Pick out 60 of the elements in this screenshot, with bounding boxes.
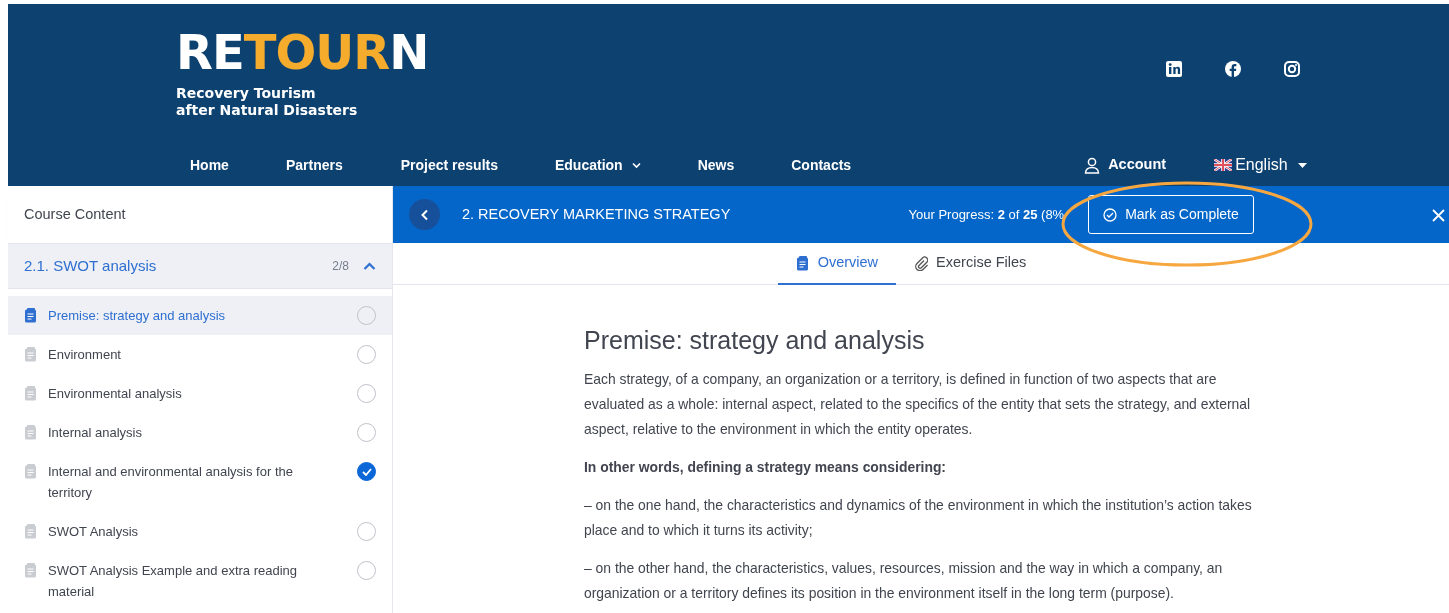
paragraph: – on the other hand, the characteristics, values, resources, mission and the way in which a company, an organization or a territory defines its position in the environment itself in the long term (purpose). — [584, 559, 1224, 603]
lesson-title: Premise: strategy and analysis — [584, 325, 926, 355]
section-header[interactable]: 2.1. SWOT analysis 2/8 — [8, 243, 392, 289]
linkedin-icon[interactable] — [1165, 60, 1183, 78]
check-circle-icon — [1103, 207, 1118, 222]
lesson-title: Internal analysis — [48, 424, 143, 442]
mark-complete-button[interactable]: Mark as Complete — [1088, 195, 1254, 234]
lesson-item[interactable]: Internal analysis — [8, 413, 392, 452]
account-link[interactable]: Account — [1084, 154, 1167, 176]
sidebar-title: Course Content — [24, 204, 126, 224]
nav-link[interactable]: News — [697, 154, 735, 176]
lesson-item[interactable]: Premise: strategy and analysis — [8, 296, 392, 335]
lesson-item[interactable]: SWOT Analysis Example and extra reading material — [8, 551, 392, 611]
tagline: Recovery Tourism — [176, 85, 317, 102]
lesson-item[interactable]: SWOT Analysis — [8, 512, 392, 551]
lesson-item[interactable]: Environmental analysis — [8, 374, 392, 413]
document-icon — [24, 524, 37, 539]
completion-checkbox[interactable] — [357, 462, 376, 481]
paragraph: – on the one hand, the characteristics and dynamics of the environment in which the institution’s action takes place and to which it turns its activity; — [584, 496, 1253, 540]
document-icon — [24, 347, 37, 362]
nav-link[interactable]: Education — [555, 154, 641, 176]
document-icon — [24, 308, 37, 323]
lesson-item[interactable]: Environment — [8, 335, 392, 374]
nav-link[interactable]: Contacts — [791, 154, 852, 176]
user-icon — [1084, 156, 1101, 174]
document-icon — [24, 425, 37, 440]
back-button[interactable] — [409, 199, 440, 230]
chevron-left-icon — [419, 208, 430, 221]
document-icon — [24, 563, 37, 578]
chevron-icon[interactable] — [363, 260, 376, 272]
nav-link[interactable]: Project results — [400, 154, 498, 176]
language-selector[interactable]: English — [1214, 153, 1308, 177]
document-icon — [795, 255, 810, 271]
paragraph: In other words, defining a strategy means considering: — [584, 458, 947, 477]
paragraph: Each strategy, of a company, an organization or a territory, is defined in function of two aspects that are evaluated as a whole: internal aspect, related to the specifics of the entity that sets the strategy, and external aspect, relative to the environment in which the entity operates. — [584, 370, 1252, 439]
course-title: 2. RECOVERY MARKETING STRATEGY — [462, 204, 731, 224]
nav-link[interactable]: Partners — [285, 154, 343, 176]
document-icon — [24, 464, 37, 479]
facebook-icon[interactable] — [1224, 60, 1242, 78]
lesson-item[interactable]: Internal and environmental analysis for the territory — [8, 452, 392, 512]
lesson-title: Environment — [48, 346, 122, 364]
progress-text: Your Progress: 2 of 25 (8% — [908, 205, 1065, 224]
flag-icon — [1214, 159, 1233, 171]
lesson-title: SWOT Analysis — [48, 523, 140, 541]
paperclip-icon — [914, 255, 929, 271]
tab[interactable]: Exercise Files — [896, 243, 1045, 285]
section-title: 2.1. SWOT analysis — [24, 255, 157, 276]
lesson-title: Premise: strategy and analysis — [48, 307, 227, 325]
document-icon — [24, 386, 37, 401]
instagram-icon[interactable] — [1283, 60, 1301, 78]
lesson-count: 2/8 — [332, 258, 349, 275]
tagline: after Natural Disasters — [176, 102, 359, 119]
nav-link[interactable]: Home — [190, 154, 229, 176]
logo[interactable]: RETOURN — [176, 28, 429, 76]
tab[interactable]: Overview — [777, 243, 897, 285]
lesson-title: SWOT Analysis Example and extra reading material — [48, 562, 299, 601]
lesson-title: Environmental analysis — [48, 385, 183, 403]
caret-icon — [1296, 160, 1308, 170]
lesson-title: Internal and environmental analysis for the territory — [48, 463, 294, 502]
checkmark-icon — [361, 467, 372, 476]
